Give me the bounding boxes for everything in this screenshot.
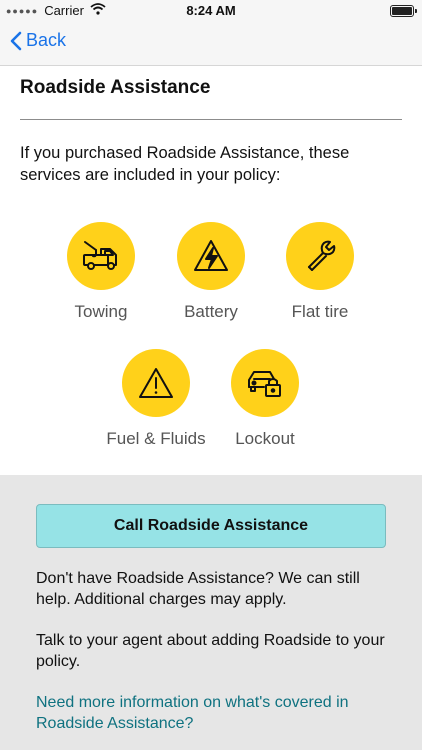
back-label: Back: [26, 30, 67, 50]
back-button[interactable]: Back: [10, 30, 66, 51]
page-title: Roadside Assistance: [20, 77, 211, 98]
status-bar: ●●●●● Carrier 8:24 AM: [0, 0, 422, 22]
divider: [20, 119, 402, 120]
wrench-icon: [286, 222, 354, 290]
call-roadside-button[interactable]: Call Roadside Assistance: [36, 504, 386, 548]
battery-icon: [390, 5, 417, 17]
status-time: 8:24 AM: [186, 3, 236, 18]
service-lockout: Lockout: [205, 349, 325, 449]
service-label: Towing: [74, 302, 128, 321]
agent-text: Talk to your agent about adding Roadside…: [36, 632, 385, 670]
car-lock-icon: [231, 349, 299, 417]
service-label: Battery: [184, 302, 238, 321]
service-fuel-fluids: Fuel & Fluids: [96, 349, 216, 449]
tow-truck-icon: [67, 222, 135, 290]
service-flat-tire: Flat tire: [260, 222, 380, 322]
navigation-bar: Back: [0, 22, 422, 66]
service-battery: Battery: [151, 222, 271, 322]
no-roadside-text: Don't have Roadside Assistance? We can s…: [36, 570, 360, 608]
battery-bolt-icon: [177, 222, 245, 290]
warning-icon: [122, 349, 190, 417]
more-info-link[interactable]: Need more information on what's covered …: [36, 692, 392, 734]
service-label: Flat tire: [291, 302, 349, 321]
service-towing: Towing: [41, 222, 161, 322]
service-label: Fuel & Fluids: [106, 429, 206, 448]
service-label: Lockout: [235, 429, 295, 448]
intro-text: If you purchased Roadside Assistance, th…: [20, 144, 350, 184]
chevron-left-icon: [10, 31, 22, 50]
